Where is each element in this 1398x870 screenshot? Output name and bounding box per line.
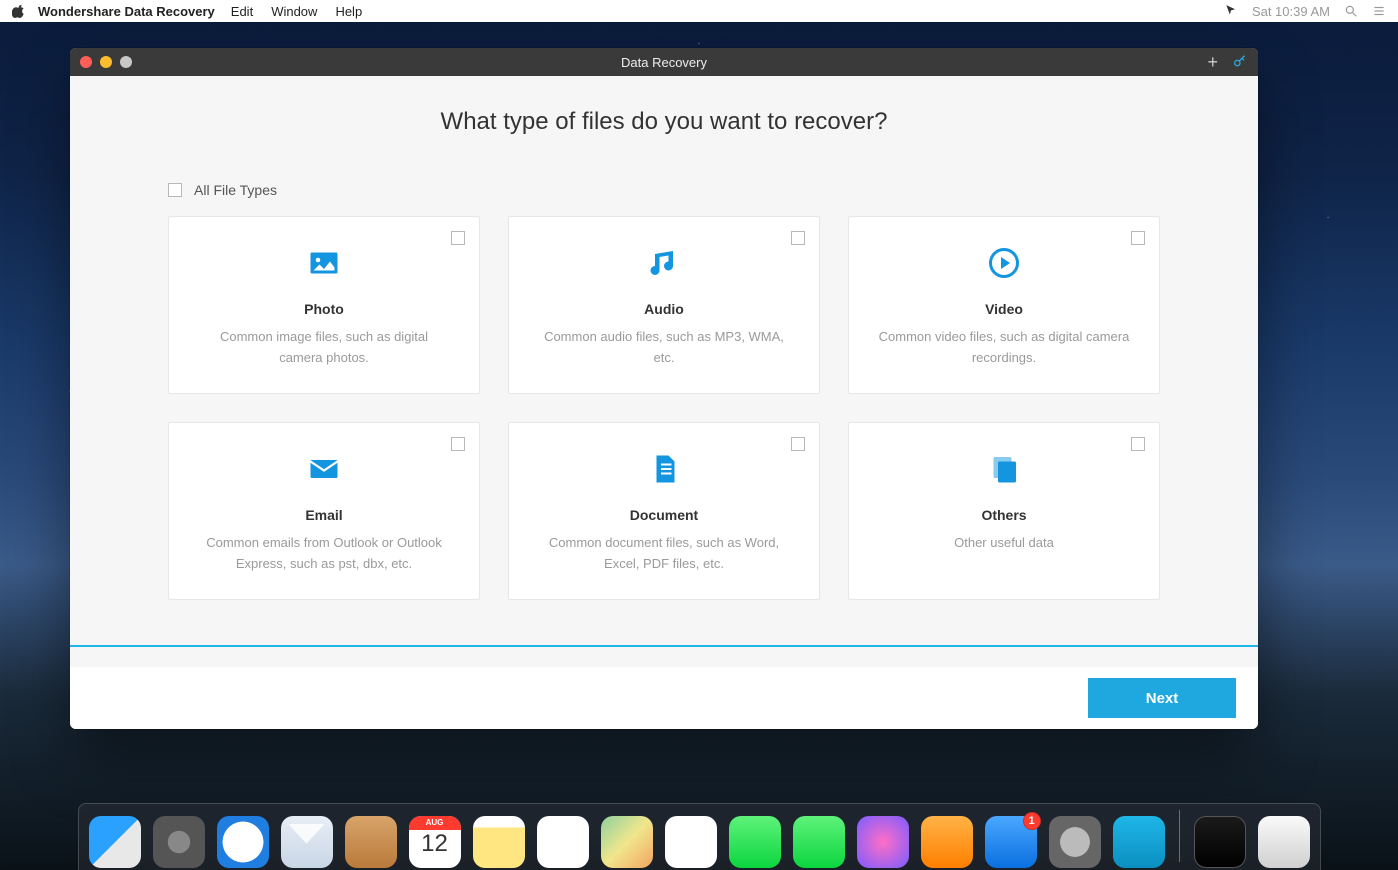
- file-type-grid: Photo Common image files, such as digita…: [168, 216, 1160, 600]
- menu-window[interactable]: Window: [271, 4, 317, 19]
- card-video-title: Video: [985, 301, 1023, 317]
- audio-icon: [646, 241, 682, 285]
- zoom-button[interactable]: [120, 56, 132, 68]
- menubar-clock[interactable]: Sat 10:39 AM: [1252, 4, 1330, 19]
- card-document-title: Document: [630, 507, 698, 523]
- dock-separator: [1179, 810, 1180, 862]
- card-video-desc: Common video files, such as digital came…: [877, 327, 1131, 369]
- menu-help[interactable]: Help: [335, 4, 362, 19]
- dock-wondershare-icon[interactable]: [1113, 816, 1165, 868]
- dock-facetime-icon[interactable]: [793, 816, 845, 868]
- card-document[interactable]: Document Common document files, such as …: [508, 422, 820, 600]
- page-heading: What type of files do you want to recove…: [168, 108, 1160, 136]
- dock-launchpad-icon[interactable]: [153, 816, 205, 868]
- traffic-lights: [80, 56, 132, 68]
- dock: AUG 12 1: [78, 803, 1321, 870]
- calendar-day: 12: [409, 830, 461, 858]
- dock-reminders-icon[interactable]: [537, 816, 589, 868]
- dock-mail-icon[interactable]: [281, 816, 333, 868]
- video-icon: [986, 241, 1022, 285]
- card-photo[interactable]: Photo Common image files, such as digita…: [168, 216, 480, 394]
- content-area: What type of files do you want to recove…: [70, 76, 1258, 645]
- all-file-types-checkbox[interactable]: [168, 183, 182, 197]
- footer-bar: Next: [70, 667, 1258, 729]
- dock-messages-icon[interactable]: [729, 816, 781, 868]
- dock-container: AUG 12 1: [0, 794, 1398, 870]
- key-icon[interactable]: [1232, 53, 1248, 72]
- card-email-desc: Common emails from Outlook or Outlook Ex…: [197, 533, 451, 575]
- dock-appstore-icon[interactable]: 1: [985, 816, 1037, 868]
- dock-photos-icon[interactable]: [665, 816, 717, 868]
- minimize-button[interactable]: [100, 56, 112, 68]
- card-others[interactable]: Others Other useful data: [848, 422, 1160, 600]
- dock-itunes-icon[interactable]: [857, 816, 909, 868]
- card-email[interactable]: Email Common emails from Outlook or Outl…: [168, 422, 480, 600]
- dock-settings-icon[interactable]: [1049, 816, 1101, 868]
- dock-notes-icon[interactable]: [473, 816, 525, 868]
- all-file-types-row[interactable]: All File Types: [168, 182, 1160, 198]
- dock-safari-icon[interactable]: [217, 816, 269, 868]
- apple-menu-icon[interactable]: [12, 4, 26, 18]
- dock-ibooks-icon[interactable]: [921, 816, 973, 868]
- spotlight-icon[interactable]: [1344, 4, 1358, 18]
- menu-edit[interactable]: Edit: [231, 4, 253, 19]
- card-audio[interactable]: Audio Common audio files, such as MP3, W…: [508, 216, 820, 394]
- dock-calendar-icon[interactable]: AUG 12: [409, 816, 461, 868]
- card-photo-desc: Common image files, such as digital came…: [197, 327, 451, 369]
- dock-trash-icon[interactable]: [1258, 816, 1310, 868]
- card-email-checkbox[interactable]: [451, 437, 465, 451]
- card-others-checkbox[interactable]: [1131, 437, 1145, 451]
- footer-separator: [70, 645, 1258, 647]
- add-icon[interactable]: +: [1207, 53, 1218, 72]
- card-document-desc: Common document files, such as Word, Exc…: [537, 533, 791, 575]
- others-icon: [986, 447, 1022, 491]
- card-others-desc: Other useful data: [954, 533, 1054, 554]
- card-email-title: Email: [305, 507, 342, 523]
- app-window: Data Recovery + What type of files do yo…: [70, 48, 1258, 729]
- app-name[interactable]: Wondershare Data Recovery: [38, 4, 215, 19]
- next-button[interactable]: Next: [1088, 678, 1236, 718]
- card-video[interactable]: Video Common video files, such as digita…: [848, 216, 1160, 394]
- titlebar[interactable]: Data Recovery +: [70, 48, 1258, 76]
- document-icon: [646, 447, 682, 491]
- card-photo-title: Photo: [304, 301, 344, 317]
- email-icon: [306, 447, 342, 491]
- window-title: Data Recovery: [621, 55, 707, 70]
- calendar-month: AUG: [409, 816, 461, 830]
- appstore-badge: 1: [1023, 812, 1041, 830]
- dock-finder-icon[interactable]: [89, 816, 141, 868]
- photo-icon: [306, 241, 342, 285]
- close-button[interactable]: [80, 56, 92, 68]
- menubar-list-icon[interactable]: [1372, 4, 1386, 18]
- card-photo-checkbox[interactable]: [451, 231, 465, 245]
- card-others-title: Others: [981, 507, 1026, 523]
- menubar-cursor-icon[interactable]: [1224, 4, 1238, 18]
- card-audio-desc: Common audio files, such as MP3, WMA, et…: [537, 327, 791, 369]
- dock-contacts-icon[interactable]: [345, 816, 397, 868]
- dock-downloads-icon[interactable]: [1194, 816, 1246, 868]
- card-video-checkbox[interactable]: [1131, 231, 1145, 245]
- all-file-types-label: All File Types: [194, 182, 277, 198]
- card-audio-title: Audio: [644, 301, 684, 317]
- dock-maps-icon[interactable]: [601, 816, 653, 868]
- menubar: Wondershare Data Recovery Edit Window He…: [0, 0, 1398, 22]
- card-audio-checkbox[interactable]: [791, 231, 805, 245]
- card-document-checkbox[interactable]: [791, 437, 805, 451]
